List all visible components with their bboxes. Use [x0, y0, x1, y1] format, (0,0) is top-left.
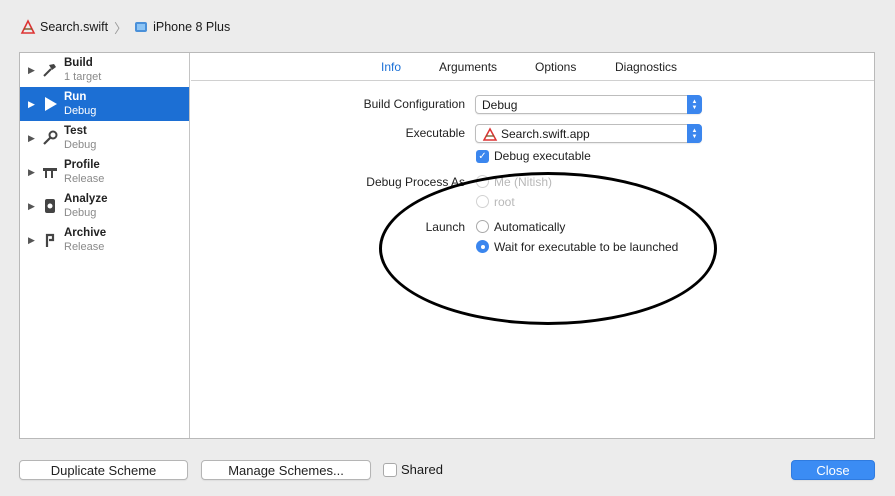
launch-automatically-radio[interactable] — [476, 220, 489, 233]
device-icon — [133, 19, 149, 35]
executable-popup[interactable]: Search.swift.app ▲ ▼ — [475, 124, 702, 143]
wrench-icon — [40, 128, 60, 148]
tab-options[interactable]: Options — [535, 60, 576, 74]
sidebar-item-profile[interactable]: ▶ Profile Release — [20, 155, 189, 189]
disclosure-triangle-icon[interactable]: ▶ — [28, 65, 38, 76]
tab-arguments[interactable]: Arguments — [439, 60, 497, 74]
tab-bar: Info Arguments Options Diagnostics — [191, 53, 874, 81]
debug-process-me-radio[interactable] — [476, 175, 489, 188]
breadcrumb: Search.swift 〉 iPhone 8 Plus — [20, 18, 230, 36]
play-icon — [40, 94, 60, 114]
popup-stepper-icon: ▲ ▼ — [687, 95, 702, 114]
debug-process-as-label: Debug Process As — [366, 175, 465, 189]
popup-stepper-icon: ▲ ▼ — [687, 124, 702, 143]
debug-process-me-label: Me (Nitish) — [494, 175, 553, 189]
sidebar-item-title: Profile — [64, 159, 100, 171]
sidebar-item-title: Run — [64, 91, 87, 103]
sidebar-item-analyze[interactable]: ▶ Analyze Debug — [20, 189, 189, 223]
sidebar-item-archive[interactable]: ▶ Archive Release — [20, 223, 189, 257]
shared-label: Shared — [401, 462, 443, 477]
executable-value: Search.swift.app — [501, 126, 590, 141]
launch-wait-radio[interactable] — [476, 240, 489, 253]
debug-process-root-label: root — [494, 195, 515, 209]
tab-info[interactable]: Info — [381, 60, 401, 74]
breadcrumb-project[interactable]: Search.swift — [40, 20, 108, 34]
sidebar-item-subtitle: Debug — [64, 139, 97, 151]
launch-wait-label: Wait for executable to be launched — [494, 240, 679, 254]
shared-checkbox[interactable] — [383, 463, 397, 477]
executable-label: Executable — [405, 126, 465, 140]
sidebar-item-title: Build — [64, 57, 93, 69]
sidebar-item-subtitle: 1 target — [64, 71, 102, 83]
sidebar-item-subtitle: Release — [64, 241, 105, 253]
sidebar-item-build[interactable]: ▶ Build 1 target — [20, 53, 189, 87]
archive-icon — [40, 230, 60, 250]
sidebar-item-subtitle: Debug — [64, 105, 97, 117]
build-configuration-value: Debug — [482, 97, 518, 112]
build-configuration-label: Build Configuration — [363, 97, 465, 111]
debug-process-root-radio[interactable] — [476, 195, 489, 208]
sidebar-item-title: Test — [64, 125, 87, 137]
breadcrumb-device[interactable]: iPhone 8 Plus — [153, 20, 230, 34]
sidebar-item-subtitle: Debug — [64, 207, 97, 219]
duplicate-scheme-button[interactable]: Duplicate Scheme — [19, 460, 188, 480]
launch-label: Launch — [425, 220, 465, 234]
disclosure-triangle-icon[interactable]: ▶ — [28, 201, 38, 212]
disclosure-triangle-icon[interactable]: ▶ — [28, 167, 38, 178]
swift-app-icon — [20, 19, 36, 35]
sidebar-item-title: Archive — [64, 227, 107, 239]
sidebar-item-test[interactable]: ▶ Test Debug — [20, 121, 189, 155]
tab-diagnostics[interactable]: Diagnostics — [615, 60, 677, 74]
disclosure-triangle-icon[interactable]: ▶ — [28, 235, 38, 246]
debug-executable-checkbox[interactable]: ✓ — [476, 150, 489, 163]
close-button[interactable]: Close — [791, 460, 875, 480]
manage-schemes-button[interactable]: Manage Schemes... — [201, 460, 371, 480]
chevron-right-icon: 〉 — [114, 20, 128, 36]
sidebar-item-run[interactable]: ▶ Run Debug — [20, 87, 189, 121]
build-configuration-popup[interactable]: Debug ▲ ▼ — [475, 95, 702, 114]
scheme-action-sidebar: ▶ Build 1 target ▶ Run Debug ▶ Test Debu… — [20, 53, 190, 438]
sidebar-item-title: Analyze — [64, 193, 108, 205]
disclosure-triangle-icon[interactable]: ▶ — [28, 133, 38, 144]
hammer-icon — [40, 60, 60, 80]
analyze-icon — [40, 196, 60, 216]
sidebar-item-subtitle: Release — [64, 173, 105, 185]
debug-executable-label: Debug executable — [494, 149, 591, 163]
profile-icon — [40, 162, 60, 182]
disclosure-triangle-icon[interactable]: ▶ — [28, 99, 38, 110]
swift-app-icon — [482, 126, 498, 141]
launch-automatically-label: Automatically — [494, 220, 566, 234]
